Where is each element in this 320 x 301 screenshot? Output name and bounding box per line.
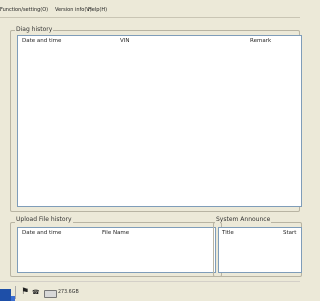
- hard-drive-icon[interactable]: [44, 290, 57, 298]
- taskbar-start-block[interactable]: [0, 289, 11, 301]
- taskbar-separator: [15, 286, 16, 299]
- column-header-start[interactable]: Start: [283, 230, 296, 236]
- system-announce-title: System Announce: [215, 216, 272, 223]
- flag-icon[interactable]: ⚑: [21, 287, 29, 297]
- drive-capacity-label: 273.6GB: [58, 290, 79, 295]
- menu-help[interactable]: Help(H): [88, 7, 107, 13]
- diag-history-title: Diag history: [15, 26, 54, 33]
- phone-icon[interactable]: ☎: [32, 289, 39, 296]
- column-header-remark[interactable]: Remark: [250, 38, 271, 44]
- upload-file-history-list[interactable]: Date and time File Name: [17, 227, 216, 273]
- diag-history-list[interactable]: Date and time VIN Remark: [17, 35, 302, 207]
- column-header-date-time[interactable]: Date and time: [22, 230, 61, 236]
- menu-version-info[interactable]: Version info(V): [55, 7, 92, 13]
- menu-bar: Function/setting(O) Version info(V) Help…: [0, 0, 300, 18]
- column-header-vin[interactable]: VIN: [120, 38, 130, 44]
- column-header-title[interactable]: Title: [222, 230, 234, 236]
- column-header-file-name[interactable]: File Name: [102, 230, 129, 236]
- menu-function-setting[interactable]: Function/setting(O): [0, 7, 48, 13]
- upload-file-history-title: Upload File history: [15, 216, 73, 223]
- column-header-date-time[interactable]: Date and time: [22, 38, 61, 44]
- system-announce-list[interactable]: Title Start: [218, 227, 302, 273]
- taskbar: ⚑ ☎ 273.6GB: [0, 281, 300, 301]
